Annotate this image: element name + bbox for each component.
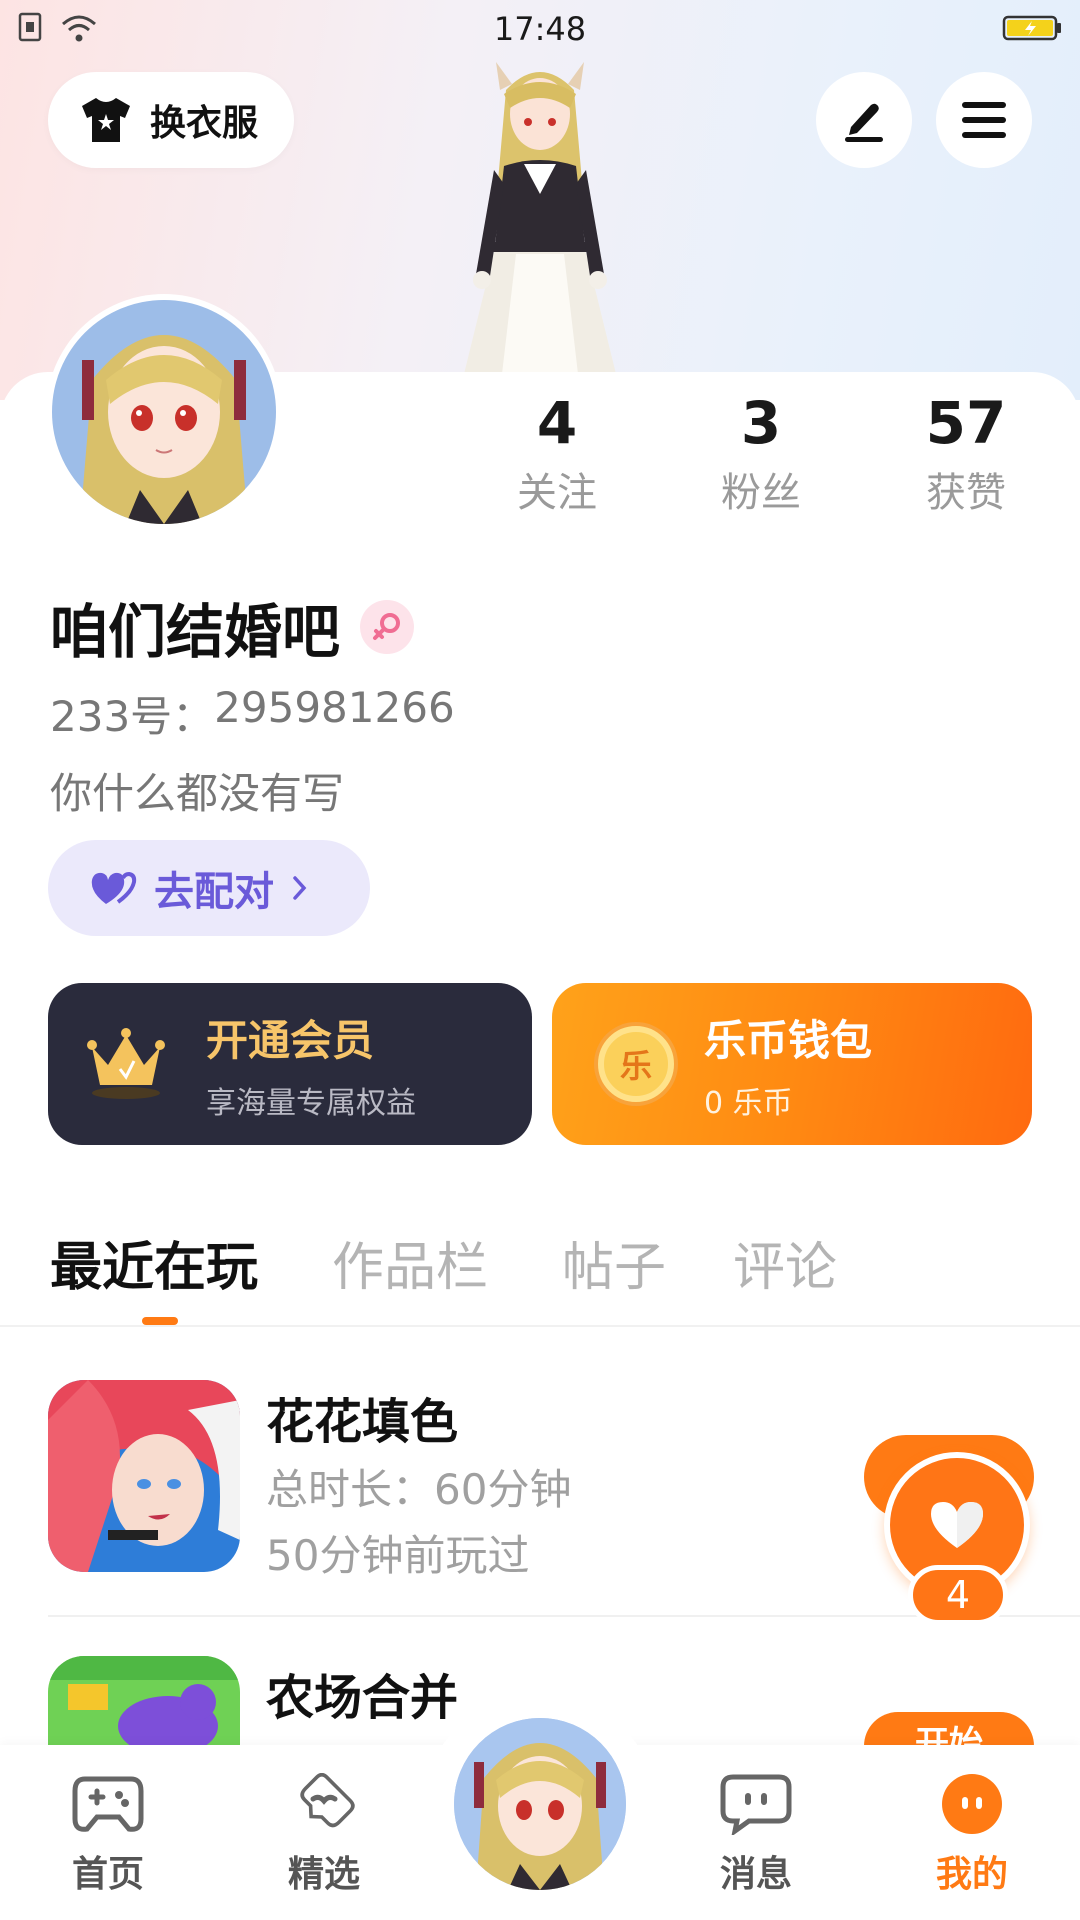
user-id: 233号： 295981266 bbox=[50, 683, 455, 744]
heart-chat-icon bbox=[300, 1772, 355, 1828]
followers-count: 3 bbox=[740, 389, 782, 457]
status-bar: 17:48 bbox=[0, 0, 1080, 58]
username-row: 咱们结婚吧 bbox=[50, 585, 415, 669]
tab-works[interactable]: 作品栏 bbox=[332, 1225, 488, 1300]
coin-glyph: 乐 bbox=[619, 1047, 652, 1085]
wallet-title: 乐币钱包 bbox=[704, 1015, 873, 1065]
game-name: 花花填色 bbox=[266, 1394, 459, 1450]
likes-label: 获赞 bbox=[926, 470, 1006, 516]
play-game-button[interactable]: 开始 bbox=[864, 1712, 1034, 1746]
stat-likes[interactable]: 57 获赞 bbox=[886, 388, 1046, 518]
coin-icon: 乐 bbox=[598, 1026, 674, 1102]
chevron-right-icon bbox=[293, 876, 307, 900]
pen-icon bbox=[845, 103, 883, 142]
nav-messages-label: 消息 bbox=[719, 1854, 792, 1895]
tab-active-indicator bbox=[142, 1317, 178, 1325]
heart-icon bbox=[931, 1502, 983, 1548]
match-button[interactable]: 去配对 bbox=[48, 840, 370, 936]
nav-home[interactable]: 首页 bbox=[38, 1773, 178, 1897]
tab-recently-played[interactable]: 最近在玩 bbox=[50, 1225, 258, 1300]
game-icon-coloring bbox=[48, 1380, 240, 1572]
stat-followers[interactable]: 3 粉丝 bbox=[681, 388, 841, 518]
nav-home-label: 首页 bbox=[71, 1854, 144, 1895]
nav-me-label: 我的 bbox=[935, 1854, 1008, 1895]
user-avatar[interactable] bbox=[46, 294, 282, 530]
stat-following[interactable]: 4 关注 bbox=[477, 388, 637, 518]
nav-center-avatar-button[interactable] bbox=[454, 1718, 626, 1890]
game-last-played: 50分钟前玩过 bbox=[266, 1531, 530, 1580]
game-total-duration: 总时长：60分钟 bbox=[266, 1465, 572, 1514]
menu-button[interactable] bbox=[936, 72, 1032, 168]
edit-profile-button[interactable] bbox=[816, 72, 912, 168]
crown-icon bbox=[87, 1028, 165, 1099]
tabs-divider bbox=[0, 1325, 1080, 1327]
change-outfit-button[interactable]: 换衣服 bbox=[48, 72, 294, 168]
followers-label: 粉丝 bbox=[721, 470, 801, 516]
following-count: 4 bbox=[536, 389, 578, 457]
match-label: 去配对 bbox=[154, 869, 274, 915]
user-id-value: 295981266 bbox=[214, 683, 455, 732]
coin-wallet-card[interactable]: 乐 乐币钱包 0 乐币 bbox=[552, 983, 1032, 1145]
wallet-balance: 0 乐币 bbox=[704, 1085, 793, 1121]
game-name: 农场合并 bbox=[266, 1670, 459, 1726]
nav-featured-label: 精选 bbox=[287, 1854, 360, 1895]
vip-title: 开通会员 bbox=[206, 1015, 375, 1065]
tab-posts[interactable]: 帖子 bbox=[562, 1225, 666, 1300]
profile-tabs: 最近在玩 作品栏 帖子 评论 bbox=[0, 1225, 1080, 1325]
double-heart-icon bbox=[91, 871, 137, 904]
following-label: 关注 bbox=[517, 470, 597, 516]
female-icon bbox=[373, 613, 401, 640]
vip-subtitle: 享海量专属权益 bbox=[206, 1085, 416, 1121]
game-icon-farm-merge bbox=[48, 1656, 240, 1746]
message-icon bbox=[720, 1774, 792, 1837]
battery-icon bbox=[1002, 15, 1061, 41]
change-outfit-label: 换衣服 bbox=[150, 103, 259, 144]
menu-icon bbox=[962, 102, 1006, 138]
user-bio: 你什么都没有写 bbox=[50, 769, 345, 818]
gamepad-icon bbox=[72, 1776, 144, 1832]
vip-membership-card[interactable]: 开通会员 享海量专属权益 bbox=[48, 983, 532, 1145]
avatar-character-figure bbox=[464, 62, 616, 374]
status-time: 17:48 bbox=[493, 10, 587, 48]
nav-me[interactable]: 我的 bbox=[902, 1773, 1042, 1897]
like-count-badge: 4 bbox=[908, 1565, 1008, 1625]
tshirt-icon bbox=[82, 98, 130, 142]
tab-comments[interactable]: 评论 bbox=[733, 1225, 837, 1300]
me-icon bbox=[942, 1774, 1002, 1834]
user-id-prefix: 233号： bbox=[50, 692, 215, 741]
nav-messages[interactable]: 消息 bbox=[686, 1773, 826, 1897]
female-gender-badge bbox=[360, 600, 415, 654]
nav-featured[interactable]: 精选 bbox=[254, 1772, 394, 1897]
center-avatar-image bbox=[454, 1718, 626, 1890]
avatar-portrait-image bbox=[52, 300, 276, 524]
likes-count: 57 bbox=[925, 389, 1007, 457]
username: 咱们结婚吧 bbox=[50, 598, 341, 666]
